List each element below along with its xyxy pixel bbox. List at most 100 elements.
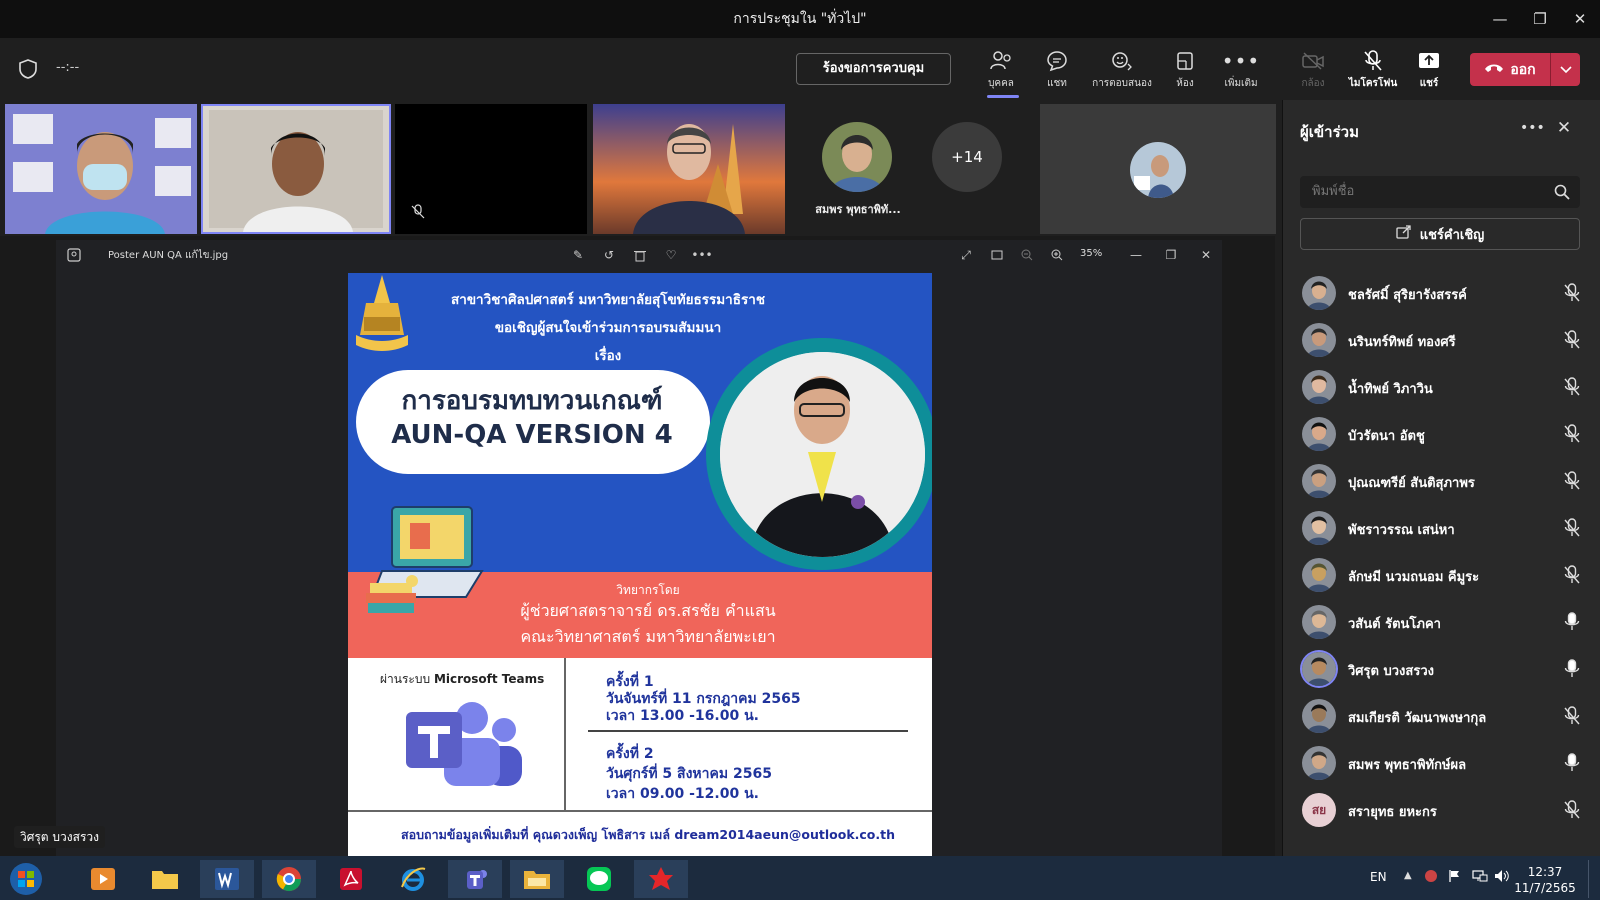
participant-row[interactable]: ปุณณฑรีย์ สันติสุภาพร — [1282, 458, 1600, 505]
platform-name: Microsoft Teams — [433, 672, 545, 686]
file-name: Poster AUN QA แก้ไข.jpg — [108, 250, 229, 261]
paint-app-icon[interactable] — [634, 860, 688, 898]
divider — [348, 810, 932, 812]
fullscreen-icon[interactable]: ⤢ — [955, 244, 977, 266]
panel-more-icon[interactable]: ••• — [1520, 120, 1545, 140]
line-app-icon[interactable] — [572, 860, 626, 898]
participant-row[interactable]: พัชราวรรณ เสน่หา — [1282, 505, 1600, 552]
teams-icon[interactable] — [448, 860, 502, 898]
mic-button[interactable]: ไมโครโฟน — [1344, 46, 1402, 96]
show-desktop-button[interactable] — [1588, 860, 1596, 898]
reactions-button[interactable]: การตอบสนอง — [1084, 46, 1160, 96]
participant-row[interactable]: สมเกียรติ วัฒนาพงษากุล — [1282, 693, 1600, 740]
clock[interactable]: 12:37 11/7/2565 — [1505, 864, 1585, 896]
leave-label: ออก — [1510, 61, 1536, 78]
participant-row[interactable]: น้ำทิพย์ วิภาวิน — [1282, 364, 1600, 411]
video-tile-2[interactable] — [201, 104, 391, 234]
mic-off-icon — [1562, 799, 1582, 821]
zoom-in-icon[interactable] — [1046, 244, 1068, 266]
participant-row[interactable]: สมพร พุทธาพิทักษ์ผล — [1282, 740, 1600, 787]
minimize-icon[interactable]: — — [1478, 0, 1522, 38]
video-tile-4[interactable] — [593, 104, 785, 234]
tray-expand-icon[interactable]: ▲ — [1404, 870, 1412, 881]
zoom-out-icon[interactable] — [1016, 244, 1038, 266]
more-options-icon[interactable]: ••• — [691, 244, 713, 266]
acrobat-icon[interactable] — [324, 860, 378, 898]
participant-name: ชลรัศมิ์ สุริยารังสรรค์ — [1348, 288, 1467, 303]
shield-icon[interactable] — [18, 58, 38, 80]
share-invite-button[interactable]: แชร์คำเชิญ — [1300, 218, 1580, 250]
edit-icon[interactable]: ✎ — [567, 244, 589, 266]
participant-row[interactable]: ชลรัศมิ์ สุริยารังสรรค์ — [1282, 270, 1600, 317]
participant-row[interactable]: สย สรายุทธ ยหะกร — [1282, 787, 1600, 834]
panel-title: ผู้เข้าร่วม — [1300, 123, 1359, 141]
avatar[interactable] — [822, 122, 892, 192]
participant-row[interactable]: บัวรัตนา อัตชู — [1282, 411, 1600, 458]
share-button[interactable]: แชร์ — [1400, 46, 1458, 96]
avatar — [1302, 558, 1336, 592]
session1-time: เวลา 13.00 -16.00 น. — [606, 708, 759, 724]
presenter-name-tag: วิศรุต บวงสรวง — [14, 826, 105, 848]
avatar — [1302, 417, 1336, 451]
video-tile-3[interactable] — [395, 104, 587, 234]
chevron-down-icon[interactable] — [1551, 53, 1580, 86]
fit-icon[interactable] — [986, 244, 1008, 266]
participant-row[interactable]: วสันต์ รัตนโภคา — [1282, 599, 1600, 646]
mic-icon — [1562, 752, 1582, 774]
platform-line: ผ่านระบบ Microsoft Teams — [380, 670, 544, 689]
participant-row[interactable]: นรินทร์ทิพย์ ทองศรี — [1282, 317, 1600, 364]
overflow-participants[interactable]: +14 — [932, 122, 1002, 192]
video-tile-1[interactable] — [5, 104, 197, 234]
restore-icon[interactable]: ❐ — [1518, 0, 1562, 38]
mic-off-icon — [1562, 376, 1582, 398]
divider — [588, 730, 908, 732]
participant-row[interactable]: ลักษมี นวมถนอม คีมูระ — [1282, 552, 1600, 599]
mic-off-icon — [1562, 423, 1582, 445]
request-control-button[interactable]: ร้องขอการควบคุม — [796, 53, 951, 85]
search-input[interactable] — [1312, 176, 1542, 208]
explorer-folder-icon[interactable] — [138, 860, 192, 898]
gallery-icon[interactable] — [63, 244, 85, 266]
start-button[interactable] — [6, 860, 46, 898]
media-player-icon[interactable] — [76, 860, 130, 898]
tray-app-icon[interactable] — [1424, 868, 1438, 882]
rooms-button[interactable]: ห้อง — [1156, 46, 1214, 96]
viewer-restore-icon[interactable]: ❐ — [1160, 244, 1182, 266]
viewer-close-icon[interactable]: ✕ — [1195, 244, 1217, 266]
participant-name: วิศรุต บวงสรวง — [1348, 664, 1434, 679]
leave-main[interactable]: ออก — [1470, 53, 1550, 86]
favorite-icon[interactable]: ♡ — [660, 244, 682, 266]
participant-name: บัวรัตนา อัตชู — [1348, 429, 1425, 444]
chat-button[interactable]: แชท — [1028, 46, 1086, 96]
contact-info: สอบถามข้อมูลเพิ่มเติมที่ คุณดวงเพ็ญ โพธิ… — [400, 827, 895, 842]
search-icon[interactable] — [1554, 184, 1570, 200]
flag-icon[interactable] — [1448, 868, 1462, 882]
participant-row[interactable]: วิศรุต บวงสรวง — [1282, 646, 1600, 693]
share-invite-label: แชร์คำเชิญ — [1419, 227, 1485, 243]
people-button[interactable]: บุคคล — [972, 46, 1030, 96]
internet-explorer-icon[interactable] — [386, 860, 440, 898]
delete-icon[interactable] — [629, 244, 651, 266]
viewer-minimize-icon[interactable]: — — [1125, 244, 1147, 266]
camera-button[interactable]: กล้อง — [1284, 46, 1342, 96]
language-indicator[interactable]: EN — [1370, 870, 1387, 884]
leave-button[interactable]: ออก — [1470, 53, 1580, 86]
speaker-label: วิทยากรโดย — [616, 583, 680, 597]
more-button[interactable]: ••• เพิ่มเติม — [1212, 46, 1270, 96]
session2-time: เวลา 09.00 -12.00 น. — [606, 786, 759, 802]
share-icon — [1400, 46, 1458, 76]
poster-line1: สาขาวิชาศิลปศาสตร์ มหาวิทยาลัยสุโขทัยธรร… — [451, 292, 765, 308]
video-tile-5[interactable] — [1040, 104, 1276, 234]
mic-label: ไมโครโฟน — [1348, 78, 1398, 89]
chrome-icon[interactable] — [262, 860, 316, 898]
participant-name: ลักษมี นวมถนอม คีมูระ — [1348, 570, 1480, 585]
word-icon[interactable] — [200, 860, 254, 898]
reactions-label: การตอบสนอง — [1092, 78, 1152, 89]
rotate-icon[interactable]: ↺ — [598, 244, 620, 266]
close-window-icon[interactable]: ✕ — [1558, 0, 1600, 38]
mic-icon — [1562, 611, 1582, 633]
file-manager-icon[interactable] — [510, 860, 564, 898]
network-icon[interactable] — [1472, 868, 1488, 882]
speaker-portrait — [720, 352, 925, 557]
panel-close-icon[interactable]: ✕ — [1554, 118, 1574, 140]
